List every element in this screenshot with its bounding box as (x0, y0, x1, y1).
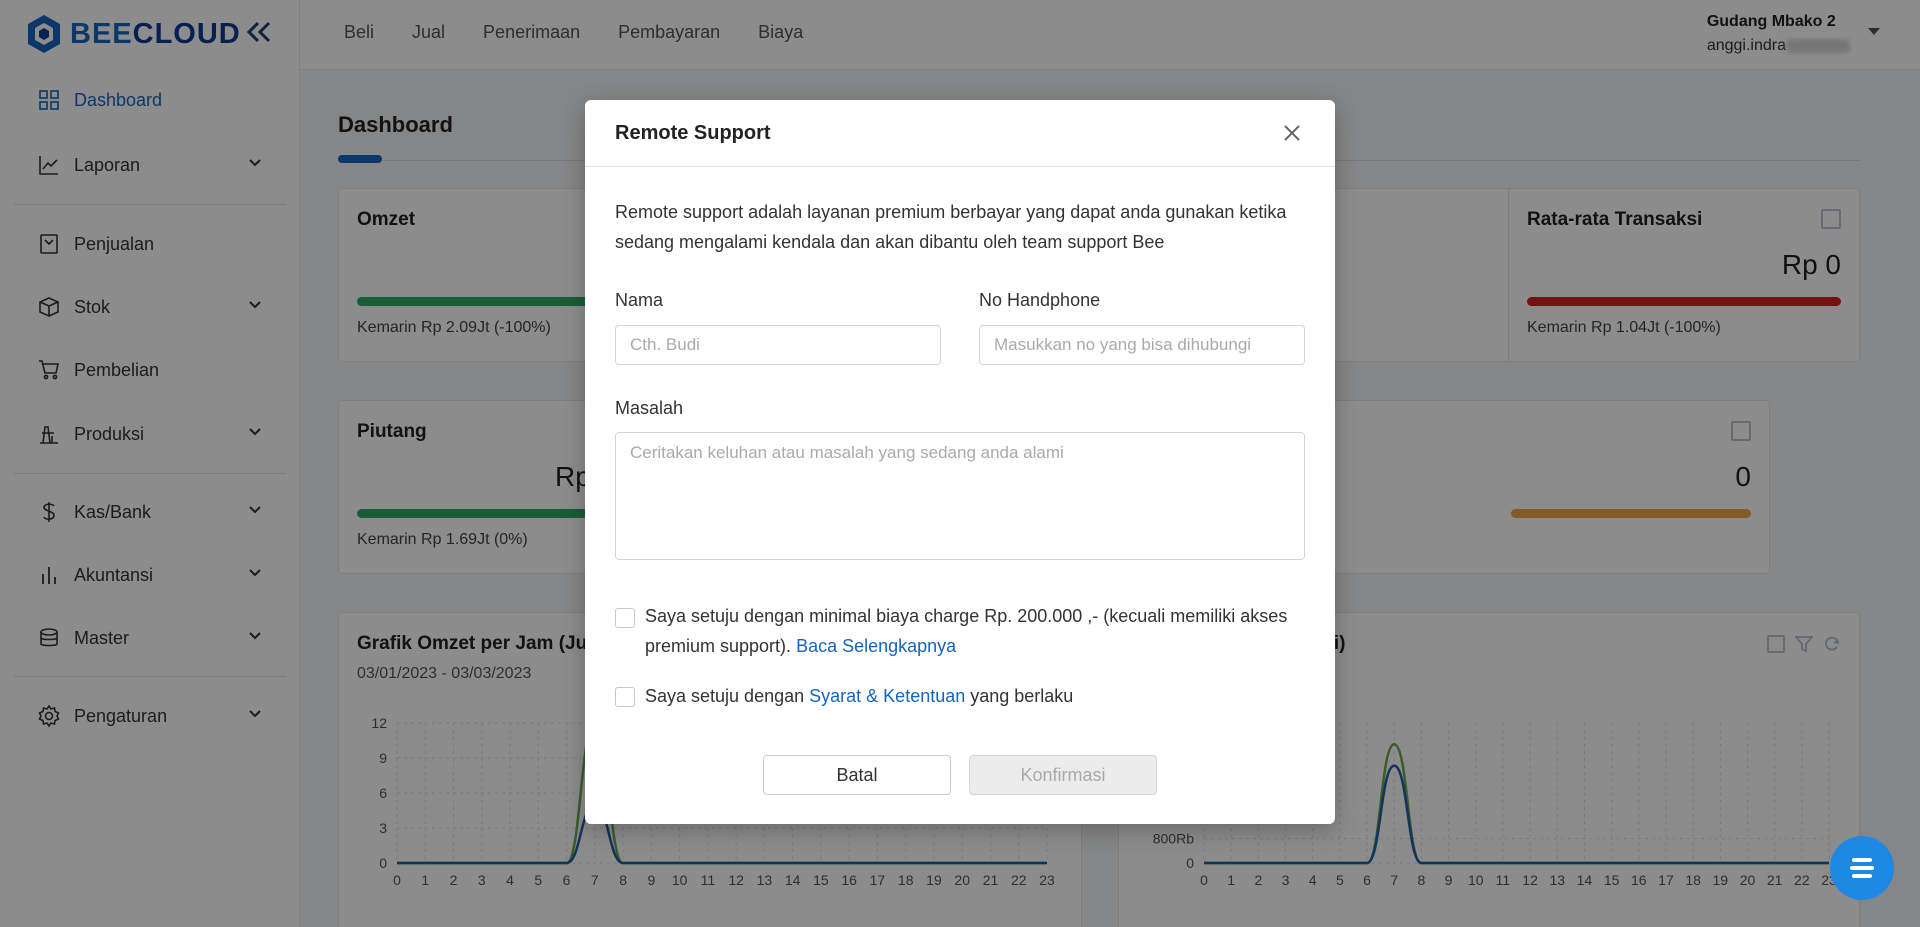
modal-header: Remote Support (585, 100, 1335, 167)
cancel-button[interactable]: Batal (763, 755, 951, 795)
syarat-ketentuan-link[interactable]: Syarat & Ketentuan (809, 686, 965, 706)
baca-selengkapnya-link[interactable]: Baca Selengkapnya (796, 636, 956, 656)
confirm-button-disabled: Konfirmasi (969, 755, 1157, 795)
masalah-textarea[interactable] (615, 432, 1305, 560)
close-icon[interactable] (1277, 118, 1307, 148)
modal-description: Remote support adalah layanan premium be… (615, 202, 1287, 252)
agree-terms-checkbox[interactable] (615, 687, 635, 707)
nama-label: Nama (615, 290, 664, 310)
remote-support-modal: Remote Support Remote support adalah lay… (585, 100, 1335, 824)
nama-input[interactable] (615, 325, 941, 365)
agree-terms-text: Saya setuju dengan Syarat & Ketentuan ya… (645, 686, 1074, 706)
no-handphone-input[interactable] (979, 325, 1305, 365)
agree-charge-text: Saya setuju dengan minimal biaya charge … (645, 606, 1288, 656)
no-handphone-label: No Handphone (979, 290, 1101, 310)
chat-icon (1850, 858, 1874, 878)
agree-charge-checkbox[interactable] (615, 608, 635, 628)
modal-title: Remote Support (615, 122, 771, 144)
chat-support-button[interactable] (1830, 836, 1894, 900)
masalah-label: Masalah (615, 398, 684, 418)
